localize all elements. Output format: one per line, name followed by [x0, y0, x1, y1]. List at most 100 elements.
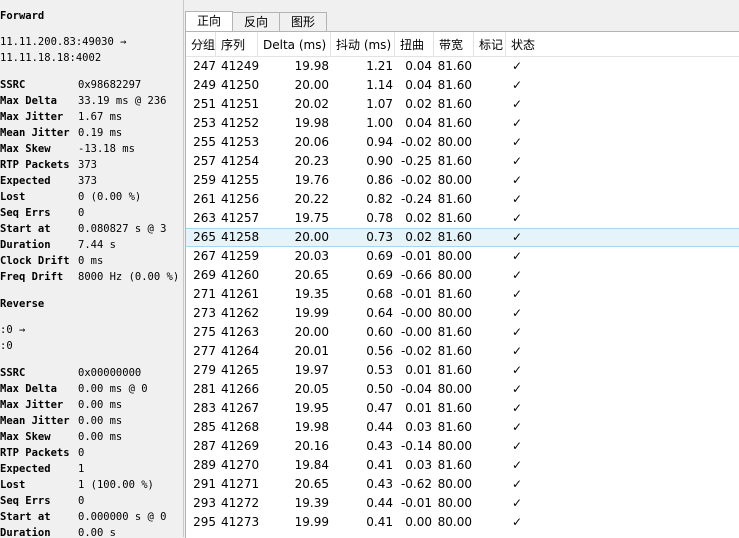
table-row[interactable]: 271 41261 19.35 0.68 -0.01 81.60 ✓ — [186, 285, 739, 304]
stat-row: RTP Packets 373 — [0, 157, 183, 173]
table-row[interactable]: 291 41271 20.65 0.43 -0.62 80.00 ✓ — [186, 475, 739, 494]
table-row[interactable]: 259 41255 19.76 0.86 -0.02 80.00 ✓ — [186, 171, 739, 190]
cell-skew: -0.01 — [400, 496, 432, 510]
cell-delta: 19.39 — [294, 496, 329, 510]
stat-label: Expected — [0, 175, 51, 187]
table-row[interactable]: 277 41264 20.01 0.56 -0.02 81.60 ✓ — [186, 342, 739, 361]
cell-delta: 19.98 — [294, 420, 329, 434]
cell-sequence: 41265 — [221, 363, 260, 377]
cell-sequence: 41264 — [221, 344, 260, 358]
table-row[interactable]: 275 41263 20.00 0.60 -0.00 81.60 ✓ — [186, 323, 739, 342]
table-row[interactable]: 253 41252 19.98 1.00 0.04 81.60 ✓ — [186, 114, 739, 133]
cell-sequence: 41256 — [221, 192, 260, 206]
cell-skew: 0.04 — [405, 116, 432, 130]
table-row[interactable]: 279 41265 19.97 0.53 0.01 81.60 ✓ — [186, 361, 739, 380]
cell-bandwidth: 80.00 — [437, 382, 472, 396]
stat-row: Max Jitter 0.00 ms — [0, 397, 183, 413]
cell-sequence: 41253 — [221, 135, 260, 149]
stat-row: Mean Jitter 0.19 ms — [0, 125, 183, 141]
table-row[interactable]: 265 41258 20.00 0.73 0.02 81.60 ✓ — [186, 228, 739, 247]
table-row[interactable]: 285 41268 19.98 0.44 0.03 81.60 ✓ — [186, 418, 739, 437]
cell-status: ✓ — [512, 249, 523, 263]
col-header-bandwidth[interactable]: 带宽 — [434, 32, 474, 56]
cell-sequence: 41259 — [221, 249, 260, 263]
table-row[interactable]: 255 41253 20.06 0.94 -0.02 80.00 ✓ — [186, 133, 739, 152]
table-row[interactable]: 257 41254 20.23 0.90 -0.25 81.60 ✓ — [186, 152, 739, 171]
stat-label: Start at — [0, 511, 51, 523]
stat-label: Max Delta — [0, 383, 57, 395]
table-row[interactable]: 263 41257 19.75 0.78 0.02 81.60 ✓ — [186, 209, 739, 228]
cell-packet: 279 — [193, 363, 216, 377]
cell-bandwidth: 81.60 — [437, 287, 472, 301]
cell-status: ✓ — [512, 287, 523, 301]
cell-sequence: 41258 — [221, 230, 260, 244]
cell-skew: -0.02 — [400, 135, 432, 149]
cell-skew: -0.14 — [400, 439, 432, 453]
reverse-address-dst: :0 — [0, 340, 13, 352]
cell-packet: 275 — [193, 325, 216, 339]
stat-value: 0x00000000 — [78, 367, 142, 379]
cell-skew: 0.02 — [405, 211, 432, 225]
stat-value: 33.19 ms @ 236 — [78, 95, 167, 107]
cell-delta: 20.00 — [294, 230, 329, 244]
cell-skew: 0.00 — [405, 515, 432, 529]
tab-reverse[interactable]: 反向 — [232, 12, 280, 31]
col-header-status[interactable]: 状态 — [506, 32, 544, 56]
cell-packet: 295 — [193, 515, 216, 529]
cell-packet: 249 — [193, 78, 216, 92]
cell-skew: -0.00 — [400, 306, 432, 320]
stat-label: Duration — [0, 527, 51, 537]
table-row[interactable]: 273 41262 19.99 0.64 -0.00 80.00 ✓ — [186, 304, 739, 323]
col-header-packet[interactable]: ^ 分组 — [186, 32, 216, 56]
stat-row: Clock Drift 0 ms — [0, 253, 183, 269]
cell-status: ✓ — [512, 496, 523, 510]
stat-label: RTP Packets — [0, 447, 70, 459]
cell-bandwidth: 81.60 — [437, 230, 472, 244]
cell-jitter: 0.43 — [366, 439, 393, 453]
tab-forward[interactable]: 正向 — [185, 11, 233, 32]
cell-bandwidth: 80.00 — [437, 477, 472, 491]
col-header-delta[interactable]: Delta (ms) — [258, 32, 331, 56]
table-row[interactable]: 295 41273 19.99 0.41 0.00 80.00 ✓ — [186, 513, 739, 532]
cell-delta: 20.01 — [294, 344, 329, 358]
stat-row: SSRC 0x98682297 — [0, 77, 183, 93]
stat-value: -13.18 ms — [78, 143, 135, 155]
cell-packet: 291 — [193, 477, 216, 491]
table-row[interactable]: 287 41269 20.16 0.43 -0.14 80.00 ✓ — [186, 437, 739, 456]
cell-status: ✓ — [512, 192, 523, 206]
stat-label: Expected — [0, 463, 51, 475]
cell-packet: 271 — [193, 287, 216, 301]
splitter[interactable] — [183, 0, 184, 537]
table-row[interactable]: 289 41270 19.84 0.41 0.03 81.60 ✓ — [186, 456, 739, 475]
cell-packet: 251 — [193, 97, 216, 111]
tab-graph[interactable]: 图形 — [279, 12, 327, 31]
cell-status: ✓ — [512, 439, 523, 453]
cell-bandwidth: 81.60 — [437, 192, 472, 206]
table-row[interactable]: 267 41259 20.03 0.69 -0.01 80.00 ✓ — [186, 247, 739, 266]
table-row[interactable]: 281 41266 20.05 0.50 -0.04 80.00 ✓ — [186, 380, 739, 399]
table-row[interactable]: 247 41249 19.98 1.21 0.04 81.60 ✓ — [186, 57, 739, 76]
stat-row: RTP Packets 0 — [0, 445, 183, 461]
stat-value: 0.00 ms — [78, 431, 123, 443]
table-row[interactable]: 251 41251 20.02 1.07 0.02 81.60 ✓ — [186, 95, 739, 114]
table-row[interactable]: 269 41260 20.65 0.69 -0.66 80.00 ✓ — [186, 266, 739, 285]
cell-bandwidth: 81.60 — [437, 154, 472, 168]
cell-delta: 19.84 — [294, 458, 329, 472]
table-row[interactable]: 293 41272 19.39 0.44 -0.01 80.00 ✓ — [186, 494, 739, 513]
table-row[interactable]: 249 41250 20.00 1.14 0.04 81.60 ✓ — [186, 76, 739, 95]
cell-jitter: 0.41 — [366, 515, 393, 529]
col-header-sequence[interactable]: 序列 — [216, 32, 258, 56]
col-header-jitter[interactable]: 抖动 (ms) — [331, 32, 395, 56]
cell-status: ✓ — [512, 135, 523, 149]
stat-value: 0.000000 s @ 0 — [78, 511, 167, 523]
stat-row: Max Skew 0.00 ms — [0, 429, 183, 445]
table-row[interactable]: 261 41256 20.22 0.82 -0.24 81.60 ✓ — [186, 190, 739, 209]
cell-skew: 0.04 — [405, 78, 432, 92]
col-header-skew[interactable]: 扭曲 — [395, 32, 434, 56]
stat-label: Mean Jitter — [0, 127, 70, 139]
cell-status: ✓ — [512, 344, 523, 358]
col-header-marker[interactable]: 标记 — [474, 32, 506, 56]
table-row[interactable]: 283 41267 19.95 0.47 0.01 81.60 ✓ — [186, 399, 739, 418]
stat-label: Clock Drift — [0, 255, 70, 267]
cell-jitter: 0.44 — [366, 420, 393, 434]
